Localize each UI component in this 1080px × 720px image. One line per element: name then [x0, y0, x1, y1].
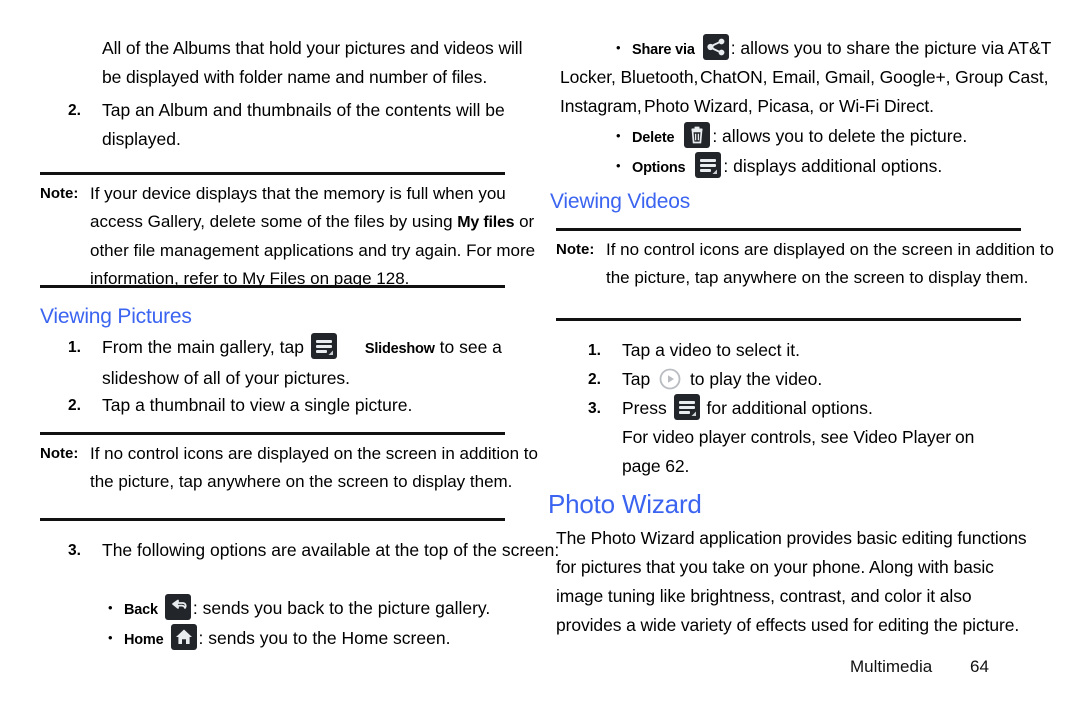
bullet-text-options: : displays additional options. — [723, 156, 943, 176]
share-text-line3-b: Photo Wizard, Picasa, or Wi-Fi Direct. — [644, 96, 934, 116]
bullet-label-options: Options — [632, 160, 686, 176]
share-icon[interactable] — [702, 34, 729, 60]
intro-paragraph: All of the Albums that hold your picture… — [102, 38, 523, 87]
divider-rule — [40, 285, 505, 288]
bullet-label-back: Back — [124, 602, 158, 618]
section-heading-photo-wizard: Photo Wizard — [548, 489, 702, 519]
back-icon[interactable] — [164, 594, 191, 620]
divider-rule — [556, 318, 1021, 321]
list-text: Tap an Album and thumbnails of the conte… — [102, 100, 505, 149]
list-text-a: From the main gallery, tap — [102, 337, 309, 357]
bullet-text-home: : sends you to the Home screen. — [198, 628, 451, 648]
manual-page: All of the Albums that hold your picture… — [0, 0, 1080, 720]
note-label: Note: — [40, 185, 79, 202]
list-item: Home : sends you to the Home screen. — [102, 623, 554, 655]
list-item: 3. The following options are available a… — [40, 536, 562, 565]
share-continuation-line-2: Locker, Bluetooth, ChatON, Email, Gmail,… — [560, 63, 1080, 92]
bullet-text-share-line1: : allows you to share the picture via AT… — [730, 38, 1052, 58]
menu-icon[interactable] — [695, 152, 722, 178]
note-block: Note: If your device displays that the m… — [40, 180, 552, 293]
section-heading-viewing-pictures: Viewing Pictures — [40, 305, 192, 328]
list-item: Share via : allows you to share the pict… — [610, 33, 1080, 65]
bullet-label-share: Share via — [632, 42, 695, 58]
note-text-part1: If your device displays that the memory … — [90, 184, 506, 231]
share-text-line2-b: ChatON, Email, Gmail, Google+, Group Cas… — [700, 67, 1049, 87]
bullet-label-delete: Delete — [632, 130, 675, 146]
list-item: Options : displays additional options. — [610, 151, 1080, 183]
divider-rule — [40, 172, 505, 175]
divider-rule — [40, 518, 505, 521]
cross-ref-text-b: on — [955, 427, 975, 447]
list-text: Tap a video to select it. — [622, 340, 801, 360]
section-heading-viewing-videos: Viewing Videos — [550, 190, 691, 213]
footer-section-name: Multimedia — [850, 657, 933, 676]
trash-icon[interactable] — [684, 122, 711, 148]
list-item: 2. Tap to play the video. — [560, 365, 1080, 394]
list-number: 2. — [68, 397, 81, 414]
note-bold-term: My files — [457, 214, 515, 231]
list-item: Back : sends you back to the picture gal… — [102, 593, 554, 625]
cross-reference-line: For video player controls, see Video Pla… — [622, 423, 1080, 452]
photo-wizard-body: The Photo Wizard application provides ba… — [556, 528, 1027, 635]
list-item: 2. Tap a thumbnail to view a single pict… — [40, 391, 572, 420]
share-continuation-line-3: Instagram, Photo Wizard, Picasa, or Wi-F… — [560, 92, 1080, 121]
divider-rule — [556, 228, 1021, 231]
cross-ref-text-a: For video player controls, see Video Pla… — [622, 427, 952, 447]
note-text: If no control icons are displayed on the… — [90, 444, 538, 491]
left-column: All of the Albums that hold your picture… — [40, 0, 560, 720]
note-label: Note: — [40, 445, 79, 462]
list-number: 1. — [588, 342, 601, 359]
list-number: 3. — [588, 400, 601, 417]
list-number: 2. — [68, 102, 81, 119]
slideshow-label: Slideshow — [364, 341, 435, 357]
list-item: 2. Tap an Album and thumbnails of the co… — [40, 96, 572, 154]
list-text-a: Tap — [622, 369, 656, 389]
play-icon[interactable] — [658, 367, 682, 391]
list-text-b: to play the video. — [685, 369, 823, 389]
list-text-a: Press — [622, 398, 672, 418]
right-column: Share via : allows you to share the pict… — [540, 0, 1060, 720]
divider-rule — [40, 432, 505, 435]
list-number: 1. — [68, 339, 81, 356]
bullet-label-home: Home — [124, 632, 164, 648]
list-number: 3. — [68, 542, 81, 559]
share-text-line2-a: Locker, Bluetooth, — [560, 67, 699, 87]
note-block: Note: If no control icons are displayed … — [40, 440, 545, 496]
list-item: 3. Press for additional options. — [560, 394, 1080, 423]
list-item: Delete : allows you to delete the pictur… — [610, 121, 1080, 153]
bullet-text-back: : sends you back to the picture gallery. — [192, 598, 491, 618]
note-block: Note: If no control icons are displayed … — [556, 236, 1061, 292]
bullet-text-delete: : allows you to delete the picture. — [712, 126, 968, 146]
menu-icon[interactable] — [310, 333, 337, 359]
list-number: 2. — [588, 371, 601, 388]
note-text: If no control icons are displayed on the… — [606, 240, 1054, 287]
menu-icon[interactable] — [673, 394, 700, 420]
home-icon[interactable] — [170, 624, 197, 650]
list-item: 1. From the main gallery, tap Slideshow … — [40, 333, 582, 393]
list-text: Tap a thumbnail to view a single picture… — [102, 395, 413, 415]
cross-ref-text-c: page 62. — [622, 456, 690, 476]
list-text: The following options are available at t… — [102, 540, 560, 560]
share-text-line3-a: Instagram, — [560, 96, 642, 116]
footer-page-number: 64 — [970, 657, 989, 676]
list-item: 1. Tap a video to select it. — [560, 336, 1080, 365]
note-label: Note: — [556, 241, 595, 258]
list-text-b: for additional options. — [701, 398, 873, 418]
